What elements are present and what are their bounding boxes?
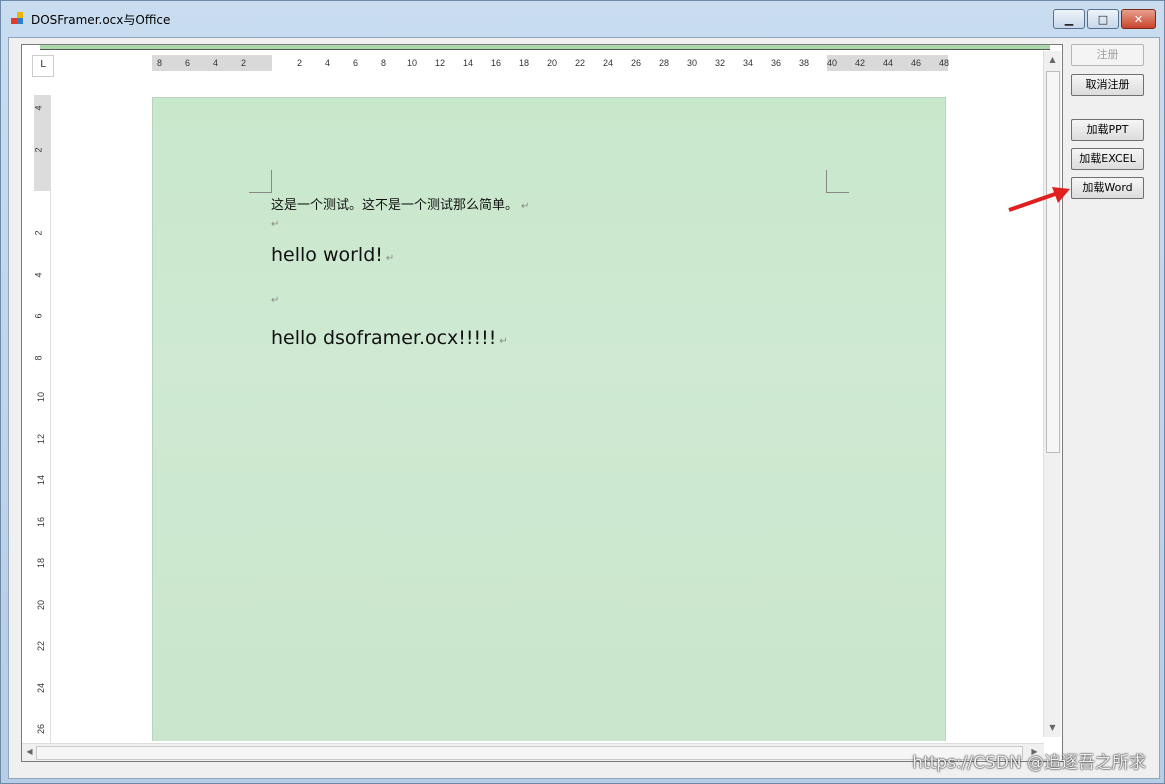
dsoframer-host: L 8 6 4 2 2 4 6 8 10 12 14 16 18 20 22 2… xyxy=(21,44,1063,762)
doc-text: 这是一个测试。这不是一个测试那么简单。 xyxy=(271,198,519,213)
unregister-button[interactable]: 取消注册 xyxy=(1071,74,1144,96)
vertical-ruler[interactable]: 4 2 2 4 6 8 10 12 14 16 18 20 22 24 26 xyxy=(34,95,51,745)
document-page[interactable]: 这是一个测试。这不是一个测试那么简单。 ↵ ↵ hello world! ↵ ↵ h… xyxy=(152,97,946,741)
doc-text: hello dsoframer.ocx!!!!! xyxy=(271,327,497,349)
tab-selector[interactable]: L xyxy=(32,55,54,77)
close-button[interactable]: ✕ xyxy=(1121,9,1156,29)
load-excel-button[interactable]: 加载EXCEL xyxy=(1071,148,1144,170)
ruler-tick: 4 xyxy=(33,272,44,278)
ruler-tick: 48 xyxy=(939,58,950,68)
ruler-tick: 18 xyxy=(36,557,47,569)
ruler-tick: 26 xyxy=(36,723,47,735)
ruler-tick: 22 xyxy=(575,58,586,68)
doc-line-3[interactable]: hello world! ↵ xyxy=(271,244,394,266)
ruler-tick: 18 xyxy=(519,58,530,68)
crop-mark xyxy=(826,170,849,193)
paragraph-mark: ↵ xyxy=(271,295,280,306)
scroll-down-icon[interactable]: ▼ xyxy=(1046,721,1059,735)
ruler-tick: 12 xyxy=(435,58,446,68)
ruler-tick: 26 xyxy=(631,58,642,68)
horizontal-ruler[interactable]: 8 6 4 2 2 4 6 8 10 12 14 16 18 20 22 24 … xyxy=(152,55,950,71)
doc-line-4[interactable]: ↵ xyxy=(271,292,279,307)
ruler-tick: 44 xyxy=(883,58,894,68)
crop-mark xyxy=(249,170,272,193)
ruler-tick: 32 xyxy=(715,58,726,68)
title-bar[interactable]: DOSFramer.ocx与Office ▁ □ ✕ xyxy=(1,1,1164,37)
ruler-tick: 16 xyxy=(36,516,47,528)
minimize-button[interactable]: ▁ xyxy=(1053,9,1085,29)
horizontal-scrollbar[interactable]: ◀ ▶ xyxy=(22,743,1044,761)
ruler-tick: 10 xyxy=(407,58,418,68)
red-arrow-icon xyxy=(1008,187,1070,212)
load-word-button[interactable]: 加载Word xyxy=(1071,177,1144,199)
client-area: L 8 6 4 2 2 4 6 8 10 12 14 16 18 20 22 2… xyxy=(8,37,1160,779)
maximize-button[interactable]: □ xyxy=(1087,9,1119,29)
ruler-tick: 6 xyxy=(33,313,44,319)
ruler-tick: 28 xyxy=(659,58,670,68)
doc-line-5[interactable]: hello dsoframer.ocx!!!!! ↵ xyxy=(271,327,508,349)
ruler-tick: 40 xyxy=(827,58,838,68)
ruler-tick: 16 xyxy=(491,58,502,68)
scroll-left-icon[interactable]: ◀ xyxy=(23,745,36,759)
ruler-tick: 2 xyxy=(297,58,303,68)
ruler-tick: 14 xyxy=(36,474,47,486)
window-title: DOSFramer.ocx与Office xyxy=(31,13,171,27)
ruler-tick: 42 xyxy=(855,58,866,68)
ruler-tick: 20 xyxy=(547,58,558,68)
doc-text: hello world! xyxy=(271,244,383,266)
watermark: https://CSDN @追逐吾之所求 xyxy=(912,753,1146,773)
ruler-tick: 8 xyxy=(33,355,44,361)
ruler-tick: 8 xyxy=(381,58,387,68)
paragraph-mark: ↵ xyxy=(521,201,530,212)
ruler-tick: 6 xyxy=(353,58,359,68)
scroll-up-icon[interactable]: ▲ xyxy=(1046,53,1059,67)
ruler-tick: 12 xyxy=(36,433,47,445)
ruler-tick: 4 xyxy=(33,105,44,111)
ruler-tick: 6 xyxy=(185,58,191,68)
ruler-tick: 2 xyxy=(241,58,247,68)
doc-line-2[interactable]: ↵ xyxy=(271,216,279,231)
ruler-tick: 2 xyxy=(33,230,44,236)
vertical-scrollbar[interactable]: ▲ ▼ xyxy=(1043,51,1061,737)
document-area[interactable]: 这是一个测试。这不是一个测试那么简单。 ↵ ↵ hello world! ↵ ↵ h… xyxy=(54,75,1044,741)
scroll-thumb[interactable] xyxy=(1046,71,1060,453)
ruler-tick: 4 xyxy=(325,58,331,68)
ruler-tick: 14 xyxy=(463,58,474,68)
main-window: DOSFramer.ocx与Office ▁ □ ✕ L 8 6 4 2 2 4… xyxy=(0,0,1165,784)
ruler-tick: 8 xyxy=(157,58,163,68)
register-button[interactable]: 注册 xyxy=(1071,44,1144,66)
paragraph-mark: ↵ xyxy=(499,336,508,347)
ruler-tick: 30 xyxy=(687,58,698,68)
paragraph-mark: ↵ xyxy=(271,219,280,230)
ruler-tick: 24 xyxy=(36,682,47,694)
ruler-tick: 20 xyxy=(36,599,47,611)
ruler-tick: 36 xyxy=(771,58,782,68)
ruler-tick: 38 xyxy=(799,58,810,68)
ruler-tick: 4 xyxy=(213,58,219,68)
ruler-tick: 24 xyxy=(603,58,614,68)
ruler-tick: 2 xyxy=(33,147,44,153)
ruler-tick: 22 xyxy=(36,640,47,652)
ruler-tick: 10 xyxy=(36,391,47,403)
scroll-thumb[interactable] xyxy=(36,746,1023,760)
doc-line-1[interactable]: 这是一个测试。这不是一个测试那么简单。 ↵ xyxy=(271,194,529,213)
app-icon xyxy=(11,12,25,26)
ruler-tick: 46 xyxy=(911,58,922,68)
office-tab-strip xyxy=(40,45,1050,50)
load-ppt-button[interactable]: 加载PPT xyxy=(1071,119,1144,141)
ruler-tick: 34 xyxy=(743,58,754,68)
paragraph-mark: ↵ xyxy=(385,253,395,264)
